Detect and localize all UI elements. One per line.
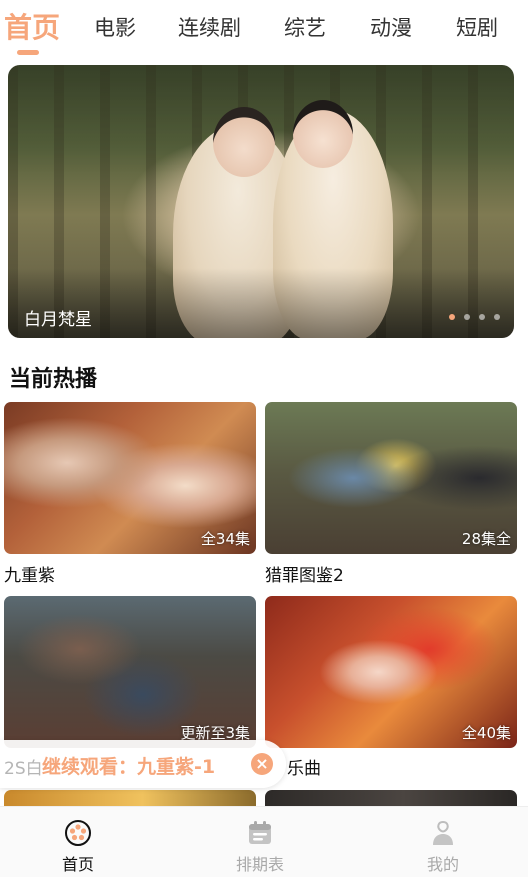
nav-profile-label: 我的 [426, 855, 459, 874]
bottom-navigation: 首页 排期表 我的 [0, 806, 528, 877]
episode-badge: 28集全 [461, 530, 511, 548]
show-card[interactable]: 全40集 [265, 596, 517, 748]
nav-schedule[interactable]: 排期表 [220, 819, 300, 875]
nav-home-label: 首页 [61, 855, 94, 874]
tab-series[interactable]: 连续剧 [178, 12, 241, 42]
nav-schedule-label: 排期表 [235, 855, 284, 874]
nav-home[interactable]: 首页 [38, 819, 118, 875]
carousel-dot[interactable] [449, 314, 455, 320]
show-title: 猎罪图鉴2 [265, 566, 344, 586]
hero-banner[interactable]: 白月梵星 [8, 65, 514, 338]
episode-badge: 全40集 [461, 724, 511, 742]
top-tab-bar: 首页 电影 连续剧 综艺 动漫 短剧 [0, 0, 528, 60]
close-icon[interactable]: × [251, 753, 273, 775]
continue-prefix: 2S白 [4, 759, 43, 779]
tab-anime[interactable]: 动漫 [370, 12, 412, 42]
show-card[interactable]: 28集全 猎罪图鉴2 [265, 402, 517, 586]
tab-home[interactable]: 首页 [4, 6, 60, 46]
banner-head-left [213, 107, 275, 177]
banner-head-right [293, 100, 353, 168]
section-title: 当前热播 [9, 367, 98, 392]
show-title: 乐曲 [287, 759, 321, 779]
show-title: 九重紫 [4, 566, 55, 586]
show-card[interactable]: 全34集 九重紫 [4, 402, 256, 586]
show-poster[interactable]: 全34集 [4, 402, 256, 554]
show-poster[interactable]: 全40集 [265, 596, 517, 748]
carousel-dot[interactable] [464, 314, 470, 320]
tab-variety[interactable]: 综艺 [284, 12, 326, 42]
tab-movies[interactable]: 电影 [94, 12, 136, 42]
carousel-dots [449, 314, 500, 320]
carousel-dot[interactable] [479, 314, 485, 320]
nav-profile[interactable]: 我的 [403, 819, 483, 875]
continue-watching-text[interactable]: 继续观看：九重紫-1 [42, 752, 215, 779]
banner-title: 白月梵星 [24, 310, 92, 330]
profile-icon [433, 820, 453, 845]
film-reel-icon [65, 820, 91, 846]
active-tab-indicator [17, 50, 39, 55]
continue-watching-bar[interactable]: 2S白 继续观看：九重紫-1 × [0, 740, 286, 788]
carousel-dot[interactable] [494, 314, 500, 320]
tab-short-drama[interactable]: 短剧 [456, 12, 498, 42]
episode-badge: 全34集 [200, 530, 250, 548]
show-poster[interactable]: 更新至3集 [4, 596, 256, 748]
show-card[interactable]: 更新至3集 [4, 596, 256, 748]
calendar-icon [249, 821, 271, 844]
show-poster[interactable]: 28集全 [265, 402, 517, 554]
